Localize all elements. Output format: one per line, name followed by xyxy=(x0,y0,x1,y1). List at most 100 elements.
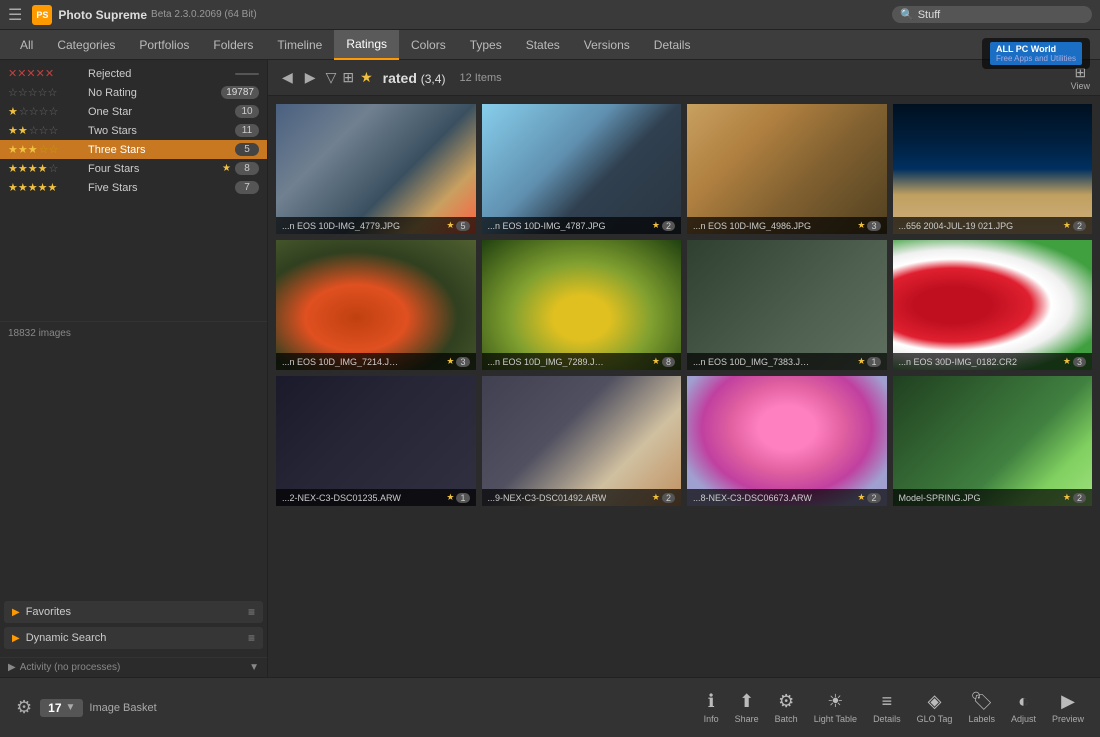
photo-label-12: Model-SPRING.JPG ★2 xyxy=(893,489,1093,506)
content-count: 12 Items xyxy=(459,72,501,84)
tool-glo-tag[interactable]: ◈ GLO Tag xyxy=(917,691,953,724)
app-icon: PS xyxy=(32,5,52,25)
tab-all[interactable]: All xyxy=(8,30,45,60)
info-icon: ℹ xyxy=(708,691,715,712)
photo-thumb-5 xyxy=(276,240,476,370)
tab-types[interactable]: Types xyxy=(458,30,514,60)
photo-thumb-8 xyxy=(893,240,1093,370)
photo-thumb-7 xyxy=(687,240,887,370)
tool-light-table[interactable]: ☀ Light Table xyxy=(814,691,857,724)
photo-thumb-10 xyxy=(482,376,682,506)
tab-states[interactable]: States xyxy=(514,30,572,60)
search-icon: 🔍 xyxy=(900,8,914,21)
photo-label-5: ...n EOS 10D_IMG_7214.JPG ★3 xyxy=(276,353,476,370)
sidebar-panel-dynamic-search[interactable]: ▶ Dynamic Search ≡ xyxy=(4,627,263,649)
dynamic-search-menu-icon[interactable]: ≡ xyxy=(248,631,255,645)
tab-timeline[interactable]: Timeline xyxy=(265,30,334,60)
sidebar: ✕✕✕✕✕ Rejected ☆☆☆☆☆ No Rating 19787 ★☆☆… xyxy=(0,60,268,677)
photo-thumb-1 xyxy=(276,104,476,234)
photo-item[interactable]: ...656 2004-JUL-19 021.JPG ★2 xyxy=(893,104,1093,234)
sidebar-activity: ▶ Activity (no processes) ▼ xyxy=(0,657,267,677)
favorites-arrow-icon: ▶ xyxy=(12,607,20,618)
glo-tag-icon: ◈ xyxy=(928,691,942,712)
sidebar-item-two-stars[interactable]: ★★☆☆☆ Two Stars 11 xyxy=(0,121,267,140)
photo-label-7: ...n EOS 10D_IMG_7383.JPG ★1 xyxy=(687,353,887,370)
photo-item[interactable]: ...n EOS 10D_IMG_7383.JPG ★1 xyxy=(687,240,887,370)
tool-share[interactable]: ⬆ Share xyxy=(735,691,759,724)
photo-item[interactable]: ...n EOS 10D-IMG_4787.JPG ★2 xyxy=(482,104,682,234)
search-input[interactable] xyxy=(918,9,1078,21)
adjust-icon: ◐ xyxy=(1018,691,1029,712)
sidebar-item-five-stars[interactable]: ★★★★★ Five Stars 7 xyxy=(0,178,267,197)
photo-label-9: ...2-NEX-C3-DSC01235.ARW ★1 xyxy=(276,489,476,506)
photo-label-6: ...n EOS 10D_IMG_7289.JPG ★8 xyxy=(482,353,682,370)
main-content: ◀ ▶ ▽ ⊞ ★ rated (3,4) 12 Items ⊞ View xyxy=(268,60,1100,677)
watermark: ALL PC World Free Apps and Utilities xyxy=(982,38,1090,69)
photo-item[interactable]: ...9-NEX-C3-DSC01492.ARW ★2 xyxy=(482,376,682,506)
photo-item[interactable]: Model-SPRING.JPG ★2 xyxy=(893,376,1093,506)
photo-label-4: ...656 2004-JUL-19 021.JPG ★2 xyxy=(893,217,1093,234)
favorites-menu-icon[interactable]: ≡ xyxy=(248,605,255,619)
photo-item[interactable]: ...n EOS 30D-IMG_0182.CR2 ★3 xyxy=(893,240,1093,370)
app-subtitle: Beta 2.3.0.2069 (64 Bit) xyxy=(151,9,257,20)
sidebar-item-four-stars[interactable]: ★★★★☆ Four Stars ★ 8 xyxy=(0,159,267,178)
tool-batch[interactable]: ⚙ Batch xyxy=(775,691,798,724)
sidebar-image-count: 18832 images xyxy=(0,321,267,345)
tab-versions[interactable]: Versions xyxy=(572,30,642,60)
photo-thumb-6 xyxy=(482,240,682,370)
preview-icon: ▶ xyxy=(1061,691,1075,712)
photo-item[interactable]: ...n EOS 10D-IMG_4779.JPG ★5 xyxy=(276,104,476,234)
forward-button[interactable]: ▶ xyxy=(301,67,320,88)
sidebar-item-no-rating[interactable]: ☆☆☆☆☆ No Rating 19787 xyxy=(0,83,267,102)
photo-item[interactable]: ...n EOS 10D_IMG_7214.JPG ★3 xyxy=(276,240,476,370)
photo-thumb-4 xyxy=(893,104,1093,234)
sidebar-activity-expand[interactable]: ▼ xyxy=(249,662,259,673)
photo-grid: ...n EOS 10D-IMG_4779.JPG ★5 ...n EOS 10… xyxy=(268,96,1100,677)
photo-label-2: ...n EOS 10D-IMG_4787.JPG ★2 xyxy=(482,217,682,234)
tool-preview[interactable]: ▶ Preview xyxy=(1052,691,1084,724)
tab-ratings[interactable]: Ratings xyxy=(334,30,399,60)
tab-portfolios[interactable]: Portfolios xyxy=(127,30,201,60)
stack-icon[interactable]: ⊞ xyxy=(342,69,354,86)
sidebar-panel-favorites[interactable]: ▶ Favorites ≡ xyxy=(4,601,263,623)
tool-labels[interactable]: 🏷 Labels xyxy=(968,691,995,724)
tool-details[interactable]: ≡ Details xyxy=(873,691,901,724)
batch-icon: ⚙ xyxy=(778,691,794,712)
photo-item[interactable]: ...n EOS 10D_IMG_7289.JPG ★8 xyxy=(482,240,682,370)
photo-label-1: ...n EOS 10D-IMG_4779.JPG ★5 xyxy=(276,217,476,234)
sidebar-item-rejected[interactable]: ✕✕✕✕✕ Rejected xyxy=(0,64,267,83)
photo-thumb-9 xyxy=(276,376,476,506)
photo-label-11: ...8-NEX-C3-DSC06673.ARW ★2 xyxy=(687,489,887,506)
bottom-tools: ℹ Info ⬆ Share ⚙ Batch ☀ Light Table ≡ D… xyxy=(704,691,1084,724)
tab-colors[interactable]: Colors xyxy=(399,30,458,60)
share-icon: ⬆ xyxy=(739,691,754,712)
tool-info[interactable]: ℹ Info xyxy=(704,691,719,724)
photo-label-8: ...n EOS 30D-IMG_0182.CR2 ★3 xyxy=(893,353,1093,370)
menu-icon[interactable]: ☰ xyxy=(8,5,22,25)
watermark-box: ALL PC World Free Apps and Utilities xyxy=(990,42,1082,65)
dynamic-search-arrow-icon: ▶ xyxy=(12,633,20,644)
settings-button[interactable]: ⚙ xyxy=(16,697,32,718)
filter-icon[interactable]: ▽ xyxy=(326,69,337,86)
photo-thumb-11 xyxy=(687,376,887,506)
bottom-bar: ⚙ 17 ▼ Image Basket ℹ Info ⬆ Share ⚙ Bat… xyxy=(0,677,1100,737)
photo-label-10: ...9-NEX-C3-DSC01492.ARW ★2 xyxy=(482,489,682,506)
star-filter-icon[interactable]: ★ xyxy=(360,69,373,86)
tab-categories[interactable]: Categories xyxy=(45,30,127,60)
photo-item[interactable]: ...n EOS 10D-IMG_4986.JPG ★3 xyxy=(687,104,887,234)
back-button[interactable]: ◀ xyxy=(278,67,297,88)
tool-adjust[interactable]: ◐ Adjust xyxy=(1011,691,1036,724)
photo-thumb-12 xyxy=(893,376,1093,506)
search-box[interactable]: 🔍 xyxy=(892,6,1092,23)
tab-details[interactable]: Details xyxy=(642,30,703,60)
basket-count[interactable]: 17 ▼ xyxy=(40,699,83,717)
sidebar-item-three-stars[interactable]: ★★★☆☆ Three Stars 5 xyxy=(0,140,267,159)
tab-folders[interactable]: Folders xyxy=(201,30,265,60)
light-table-icon: ☀ xyxy=(827,691,843,712)
sidebar-item-one-star[interactable]: ★☆☆☆☆ One Star 10 xyxy=(0,102,267,121)
sidebar-content: ✕✕✕✕✕ Rejected ☆☆☆☆☆ No Rating 19787 ★☆☆… xyxy=(0,60,267,321)
photo-item[interactable]: ...2-NEX-C3-DSC01235.ARW ★1 xyxy=(276,376,476,506)
photo-item[interactable]: ...8-NEX-C3-DSC06673.ARW ★2 xyxy=(687,376,887,506)
nav-tabs: All Categories Portfolios Folders Timeli… xyxy=(0,30,1100,60)
details-icon: ≡ xyxy=(882,691,893,712)
